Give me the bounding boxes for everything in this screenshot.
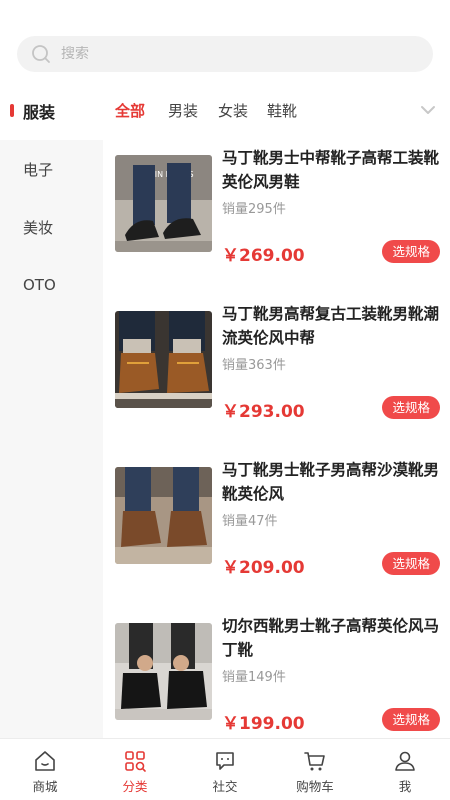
tabbar-item-me[interactable]: 我	[360, 739, 450, 800]
product-image[interactable]	[115, 467, 212, 564]
sidebar-item-label: 服装	[23, 103, 56, 122]
sidebar-item-electronics[interactable]: 电子	[0, 140, 103, 198]
home-icon	[35, 751, 55, 771]
product-price: ￥293.00	[222, 402, 305, 422]
tabbar-item-mall[interactable]: 商城	[0, 739, 90, 800]
sidebar-item-label: 美妆	[23, 218, 54, 237]
tabbar-label: 购物车	[296, 779, 334, 794]
tabbar-item-cart[interactable]: 购物车	[270, 739, 360, 800]
product-title[interactable]: 马丁靴男士靴子男高帮沙漠靴男靴英伦风	[222, 458, 440, 506]
product-card[interactable]: 马丁靴男士靴子男高帮沙漠靴男靴英伦风 销量47件 ￥209.00 选规格	[103, 450, 450, 606]
sidebar-item-label: OTO	[23, 276, 56, 294]
product-card[interactable]: MARTIN BOOTS 马丁靴男士中帮靴子高帮工装靴英伦风男鞋 销量295件 …	[103, 138, 450, 294]
sales-count: 销量363件	[222, 358, 286, 373]
tab-menswear[interactable]: 男装	[168, 100, 198, 121]
tabbar-item-social[interactable]: 社交	[180, 739, 270, 800]
user-icon	[395, 751, 415, 771]
category-sidebar: 服装 电子 美妆 OTO	[0, 82, 103, 738]
active-indicator	[10, 104, 14, 117]
subcategory-tabs: 全部 男装 女装 鞋靴	[103, 82, 450, 138]
product-price: ￥199.00	[222, 714, 305, 734]
product-image[interactable]: MARTIN BOOTS	[115, 155, 212, 252]
sales-count: 销量47件	[222, 514, 278, 529]
sales-count: 销量295件	[222, 202, 286, 217]
product-title[interactable]: 马丁靴男高帮复古工装靴男靴潮流英伦风中帮	[222, 302, 440, 350]
tabbar-label: 社交	[212, 779, 238, 794]
product-price: ￥269.00	[222, 246, 305, 266]
tabbar-label: 商城	[32, 779, 58, 794]
category-icon	[125, 751, 146, 772]
tabbar-item-category[interactable]: 分类	[90, 739, 180, 800]
search-bar[interactable]	[17, 36, 433, 72]
search-icon	[32, 45, 50, 63]
product-image[interactable]	[115, 311, 212, 408]
select-spec-button[interactable]: 选规格	[382, 708, 440, 731]
bottom-tab-bar: 商城 分类 社交 购物车 我	[0, 738, 450, 800]
sidebar-item-clothing[interactable]: 服装	[0, 82, 103, 140]
chat-icon	[216, 752, 234, 770]
tabbar-label: 我	[398, 779, 412, 794]
select-spec-button[interactable]: 选规格	[382, 240, 440, 263]
select-spec-button[interactable]: 选规格	[382, 396, 440, 419]
cart-icon	[304, 752, 325, 771]
tab-all[interactable]: 全部	[115, 100, 145, 121]
product-title[interactable]: 马丁靴男士中帮靴子高帮工装靴英伦风男鞋	[222, 146, 440, 194]
sales-count: 销量149件	[222, 670, 286, 685]
product-card[interactable]: 切尔西靴男士靴子高帮英伦风马丁靴 销量149件 ￥199.00 选规格	[103, 606, 450, 738]
product-card[interactable]: 马丁靴男高帮复古工装靴男靴潮流英伦风中帮 销量363件 ￥293.00 选规格	[103, 294, 450, 450]
sidebar-item-oto[interactable]: OTO	[0, 256, 103, 314]
tab-womenswear[interactable]: 女装	[218, 100, 248, 121]
tabbar-label: 分类	[122, 779, 148, 794]
sidebar-item-beauty[interactable]: 美妆	[0, 198, 103, 256]
select-spec-button[interactable]: 选规格	[382, 552, 440, 575]
tab-shoes[interactable]: 鞋靴	[267, 100, 297, 121]
product-title[interactable]: 切尔西靴男士靴子高帮英伦风马丁靴	[222, 614, 440, 662]
product-price: ￥209.00	[222, 558, 305, 578]
product-list: MARTIN BOOTS 马丁靴男士中帮靴子高帮工装靴英伦风男鞋 销量295件 …	[103, 138, 450, 738]
product-image[interactable]	[115, 623, 212, 720]
search-input[interactable]	[61, 46, 361, 62]
chevron-down-icon[interactable]	[420, 104, 436, 116]
sidebar-item-label: 电子	[23, 160, 54, 179]
